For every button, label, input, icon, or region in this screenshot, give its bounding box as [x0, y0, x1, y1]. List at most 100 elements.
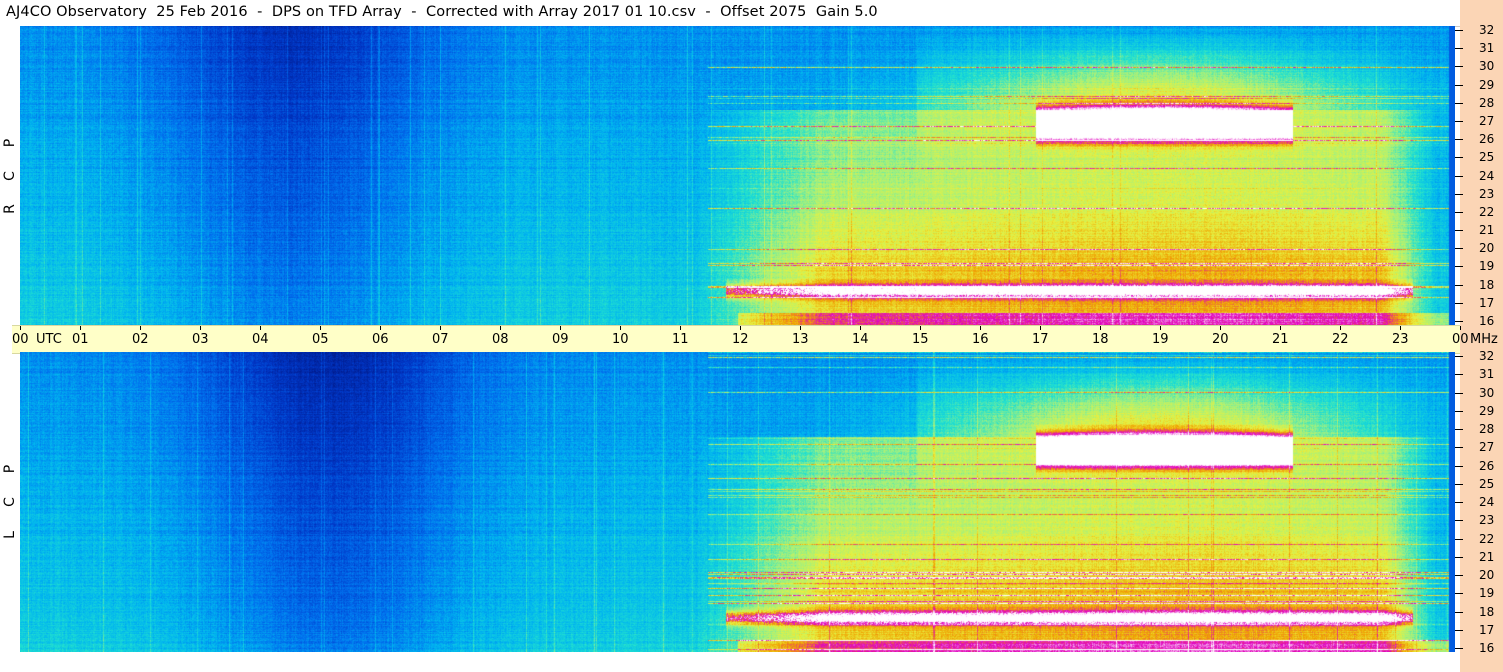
mhz-tick-label: 23 — [1479, 513, 1495, 528]
mhz-tick-mark — [1455, 211, 1463, 213]
utc-tick-mark — [320, 326, 321, 330]
mhz-tick-mark — [1455, 284, 1463, 286]
lcp-label-letter: L — [2, 531, 18, 539]
mhz-tick-label: 28 — [1479, 95, 1495, 110]
mhz-tick-mark — [1455, 193, 1463, 195]
utc-unit-label: UTC — [36, 332, 62, 347]
mhz-tick-mark — [1455, 483, 1463, 485]
chart-title: AJ4CO Observatory 25 Feb 2016 - DPS on T… — [6, 4, 878, 20]
utc-tick-label: 03 — [192, 332, 209, 347]
lcp-label-letter: C — [2, 497, 18, 507]
utc-tick-mark — [920, 326, 921, 330]
mhz-tick-label: 16 — [1479, 314, 1495, 328]
mhz-tick-label: 17 — [1479, 295, 1495, 310]
mhz-tick-mark — [1455, 575, 1463, 576]
utc-tick-mark — [20, 326, 21, 330]
utc-tick-label: 23 — [1392, 332, 1409, 347]
mhz-tick-mark — [1455, 302, 1463, 304]
mhz-tick-label: 26 — [1479, 132, 1495, 147]
rcp-frequency-axis: 32 31 30 29 28 27 26 25 24 23 22 21 20 19 18 17 16 — [1455, 23, 1503, 328]
utc-tick-mark — [380, 326, 381, 330]
mhz-tick-label: 22 — [1479, 531, 1495, 546]
rcp-spectrogram-canvas — [20, 26, 1455, 325]
mhz-tick-mark — [1455, 629, 1463, 631]
utc-tick-mark — [680, 326, 681, 330]
utc-tick-label: 20 — [1212, 332, 1229, 347]
utc-tick-mark — [860, 326, 861, 330]
utc-tick-mark — [200, 326, 201, 330]
mhz-tick-mark — [1455, 374, 1463, 376]
utc-tick-mark — [1100, 326, 1101, 330]
mhz-tick-mark — [1455, 611, 1463, 613]
utc-tick-label: 15 — [912, 332, 929, 347]
mhz-tick-label: 16 — [1479, 641, 1495, 655]
mhz-tick-label: 20 — [1479, 241, 1495, 256]
mhz-tick-mark — [1455, 120, 1463, 122]
utc-tick-label: 21 — [1272, 332, 1289, 347]
mhz-tick-label: 17 — [1479, 622, 1495, 637]
mhz-tick-mark — [1455, 648, 1463, 649]
utc-tick-label: 04 — [252, 332, 269, 347]
utc-tick-mark — [500, 326, 501, 330]
mhz-tick-label: 20 — [1479, 568, 1495, 582]
utc-tick-label: 08 — [492, 332, 509, 347]
mhz-tick-label: 31 — [1479, 41, 1495, 56]
mhz-tick-mark — [1455, 447, 1463, 449]
utc-tick-label: 01 — [72, 332, 89, 347]
mhz-tick-label: 27 — [1479, 440, 1495, 455]
mhz-tick-label: 19 — [1479, 586, 1495, 601]
utc-tick-label: 06 — [372, 332, 389, 347]
lcp-spectrogram-canvas — [20, 352, 1455, 652]
utc-tick-mark — [140, 326, 141, 330]
mhz-tick-mark — [1455, 429, 1463, 430]
utc-tick-label: 18 — [1092, 332, 1109, 347]
utc-tick-mark — [80, 326, 81, 330]
utc-time-axis: 00 01 02 03 04 05 06 07 08 09 10 11 12 13 14 15 16 17 18 19… — [12, 325, 1498, 354]
utc-tick-mark — [620, 326, 621, 330]
utc-tick-label: 17 — [1032, 332, 1049, 347]
utc-tick-label: 11 — [672, 332, 689, 347]
mhz-tick-mark — [1455, 157, 1463, 159]
mhz-tick-label: 24 — [1479, 168, 1495, 183]
mhz-tick-label: 30 — [1479, 59, 1495, 74]
mhz-tick-mark — [1455, 84, 1463, 86]
mhz-tick-label: 21 — [1479, 549, 1495, 564]
mhz-tick-label: 22 — [1479, 204, 1495, 219]
utc-tick-label: 07 — [432, 332, 449, 347]
utc-tick-mark — [560, 326, 561, 330]
utc-tick-label: 13 — [792, 332, 809, 347]
mhz-tick-mark — [1455, 230, 1463, 232]
mhz-tick-mark — [1455, 538, 1463, 540]
utc-tick-label: 22 — [1332, 332, 1349, 347]
mhz-tick-label: 32 — [1479, 23, 1495, 37]
mhz-tick-mark — [1455, 266, 1463, 268]
utc-tick-label: 12 — [732, 332, 749, 347]
utc-tick-mark — [1220, 326, 1221, 330]
utc-tick-label: 00 — [12, 332, 29, 347]
mhz-tick-mark — [1455, 175, 1463, 177]
utc-tick-mark — [800, 326, 801, 330]
rcp-spectrogram — [20, 26, 1455, 325]
mhz-tick-label: 28 — [1479, 422, 1495, 436]
mhz-tick-mark — [1455, 465, 1463, 467]
mhz-tick-label: 18 — [1479, 604, 1495, 619]
bottom-margin — [0, 652, 1460, 672]
utc-tick-label: 10 — [612, 332, 629, 347]
mhz-tick-label: 29 — [1479, 77, 1495, 92]
utc-tick-label: 14 — [852, 332, 869, 347]
mhz-tick-label: 29 — [1479, 403, 1495, 418]
mhz-tick-label: 25 — [1479, 150, 1495, 165]
mhz-tick-mark — [1455, 48, 1463, 50]
mhz-tick-label: 32 — [1479, 349, 1495, 363]
lcp-label-letter: P — [2, 464, 18, 474]
utc-tick-label: 16 — [972, 332, 989, 347]
mhz-tick-label: 24 — [1479, 495, 1495, 509]
mhz-tick-mark — [1455, 502, 1463, 503]
utc-tick-label: 09 — [552, 332, 569, 347]
utc-tick-mark — [1460, 326, 1461, 330]
utc-tick-label: 00 — [1452, 332, 1469, 347]
mhz-tick-mark — [1455, 248, 1463, 250]
mhz-unit-label: MHz — [1470, 332, 1498, 347]
mhz-tick-label: 27 — [1479, 113, 1495, 128]
mhz-tick-mark — [1455, 556, 1463, 558]
